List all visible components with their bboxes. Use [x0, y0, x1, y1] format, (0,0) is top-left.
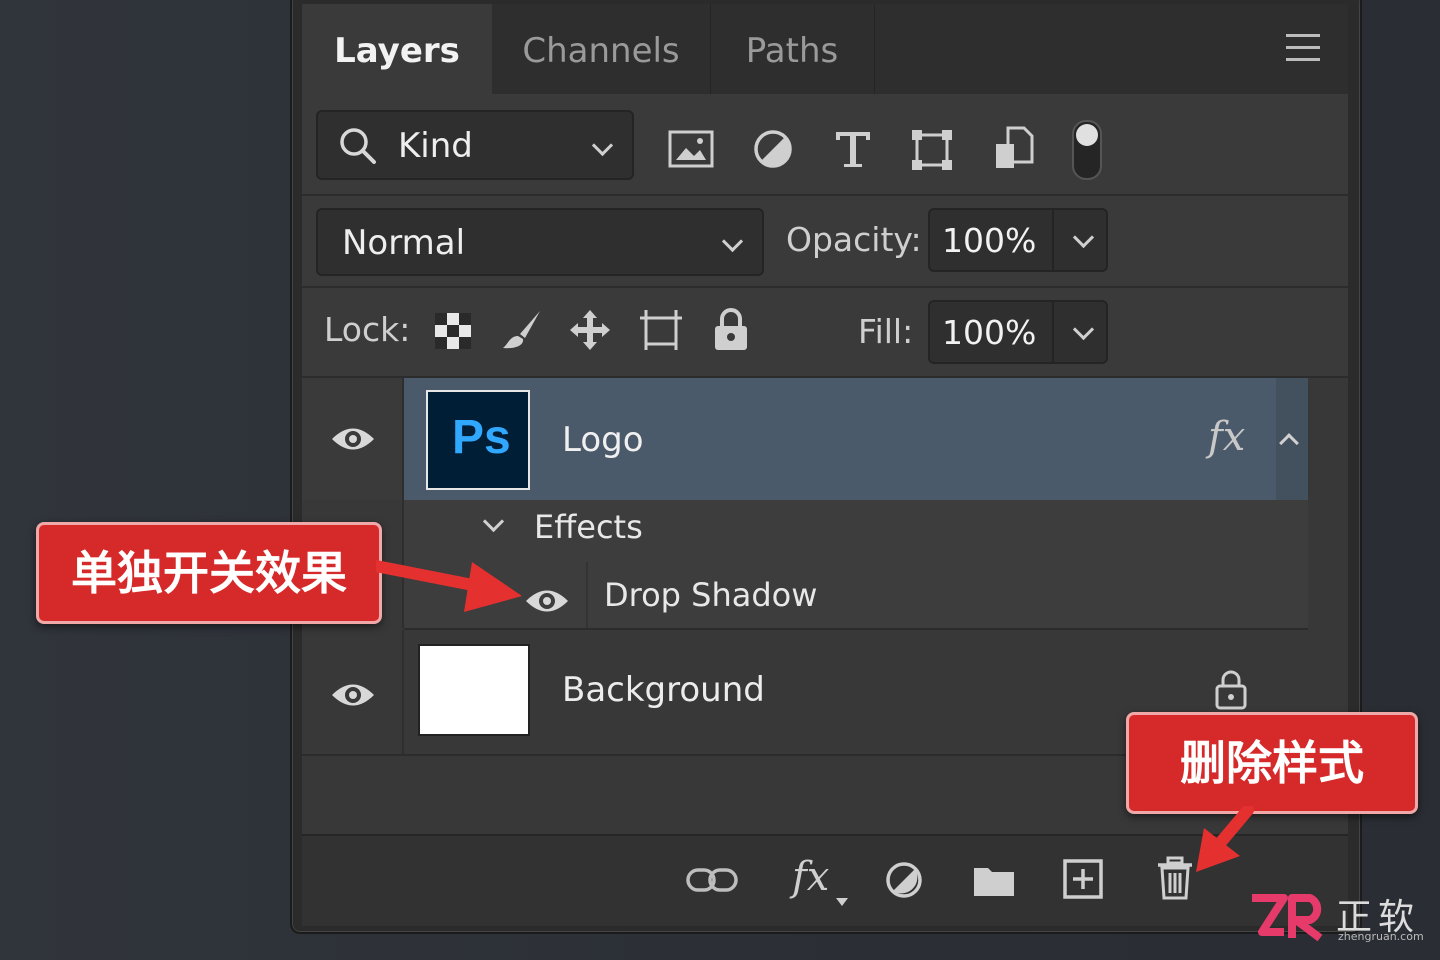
lock-transparent-pixels-icon[interactable] [434, 312, 472, 350]
callout-toggle-effect: 单独开关效果 [36, 522, 382, 624]
ps-logo-text: Ps [452, 411, 511, 464]
opacity-value: 100% [942, 221, 1037, 260]
fill-dropdown-icon[interactable] [1072, 318, 1095, 341]
tab-paths[interactable]: Paths [710, 4, 875, 94]
kind-filter-select[interactable]: Kind [316, 110, 634, 180]
callout-delete-style: 删除样式 [1126, 712, 1418, 814]
callout-arrow-toggle-effect [376, 560, 522, 612]
tab-channels[interactable]: Channels [492, 4, 711, 94]
brand-watermark: 正软 zhengruan.com [1248, 888, 1434, 948]
fill-value: 100% [942, 313, 1037, 352]
adjustment-layer-icon[interactable] [884, 860, 924, 900]
selected-layer-highlight [404, 378, 1276, 500]
new-group-folder-icon[interactable] [972, 862, 1016, 898]
panel-menu-icon[interactable] [1286, 34, 1320, 62]
brand-url: zhengruan.com [1338, 930, 1424, 943]
effect-name-drop-shadow: Drop Shadow [604, 576, 818, 614]
layer-lock-icon [1215, 670, 1247, 710]
blend-row: Normal Opacity: 100% [302, 196, 1348, 288]
lock-artboard-icon[interactable] [638, 308, 684, 352]
lock-all-icon[interactable] [712, 306, 750, 352]
layer-name-background[interactable]: Background [562, 670, 765, 710]
tab-layers[interactable]: Layers [302, 4, 492, 94]
effects-label: Effects [534, 508, 643, 546]
opacity-field[interactable]: 100% [928, 208, 1108, 272]
tab-bar: Layers Channels Paths [302, 4, 1348, 94]
add-layer-style-icon[interactable]: fx [792, 854, 829, 900]
drop-shadow-eye-icon[interactable] [524, 586, 570, 616]
filter-toggle-switch[interactable] [1072, 120, 1102, 180]
smart-object-filter-icon[interactable] [994, 126, 1034, 172]
callout-arrow-delete-style [1196, 806, 1254, 872]
layer-thumbnail-logo: Ps [426, 390, 530, 490]
fx-dropdown-triangle-icon [836, 898, 848, 906]
new-layer-icon[interactable] [1062, 858, 1104, 900]
chevron-down-icon [721, 230, 744, 253]
chevron-down-icon [591, 134, 614, 157]
adjustment-filter-icon[interactable] [752, 128, 794, 170]
search-icon [340, 128, 376, 164]
lock-label: Lock: [324, 310, 411, 349]
zr-logo-icon [1252, 894, 1323, 942]
eye-icon[interactable] [330, 424, 376, 454]
lock-row: Lock: Fill: 100% [302, 288, 1348, 378]
link-layers-icon[interactable] [686, 866, 738, 894]
type-filter-icon[interactable] [832, 128, 874, 170]
lock-image-pixels-icon[interactable] [500, 308, 544, 352]
blend-mode-value: Normal [342, 223, 466, 263]
eye-icon[interactable] [330, 680, 376, 710]
opacity-dropdown-icon[interactable] [1072, 226, 1095, 249]
blend-mode-select[interactable]: Normal [316, 208, 764, 276]
image-filter-icon[interactable] [668, 130, 714, 170]
lock-position-icon[interactable] [568, 308, 612, 352]
toggle-knob [1076, 124, 1098, 146]
kind-filter-label: Kind [398, 126, 473, 166]
shape-filter-icon[interactable] [910, 128, 954, 172]
delete-trash-icon[interactable] [1156, 856, 1194, 900]
fill-label: Fill: [858, 312, 914, 351]
filter-row: Kind [302, 96, 1348, 196]
fill-field[interactable]: 100% [928, 300, 1108, 364]
layer-row-logo[interactable]: Ps Logo fx [302, 378, 1348, 500]
fx-badge-icon[interactable]: fx [1208, 414, 1245, 460]
opacity-label: Opacity: [786, 220, 922, 259]
layer-thumbnail-background [418, 644, 530, 736]
layer-name-logo[interactable]: Logo [562, 420, 644, 460]
